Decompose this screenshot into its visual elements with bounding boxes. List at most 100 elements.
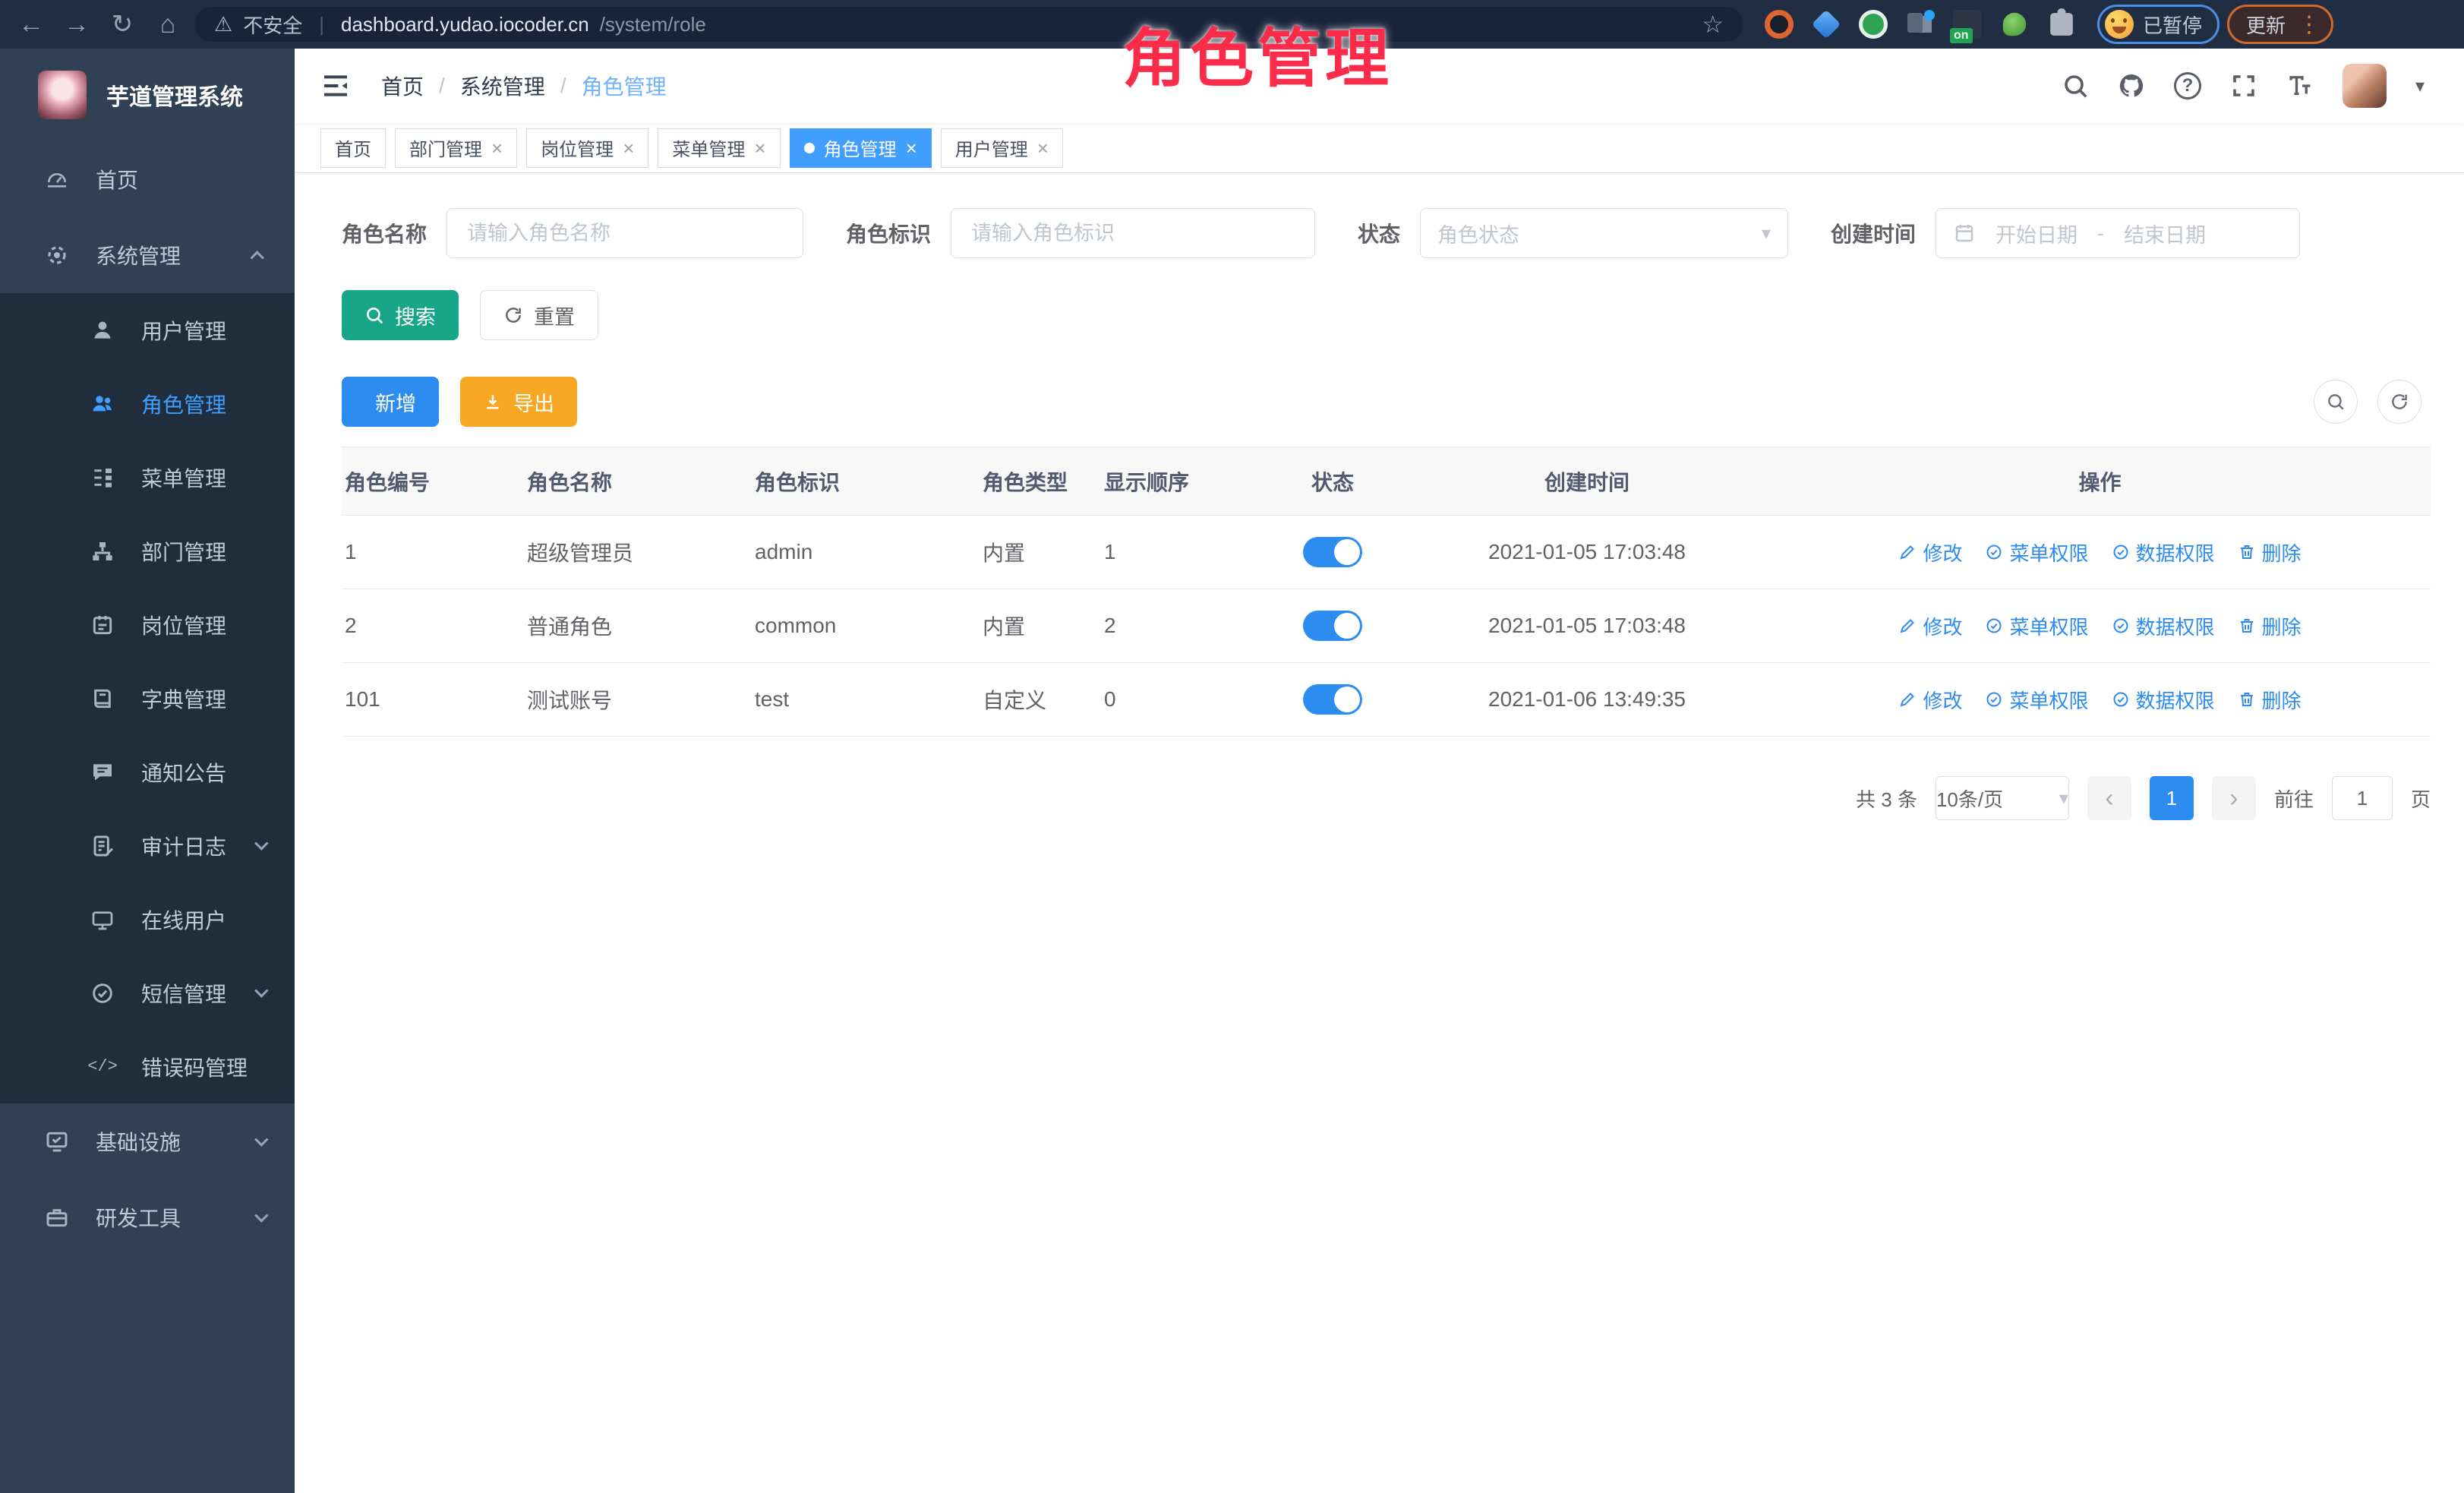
bookmark-star-icon[interactable]: ☆ — [1702, 10, 1724, 39]
sidebar-item-positions[interactable]: 岗位管理 — [0, 588, 295, 661]
sidebar-item-infrastructure[interactable]: 基础设施 — [0, 1103, 295, 1179]
browser-profile-button[interactable]: 已暂停 — [2097, 5, 2219, 44]
extension-icon-ring[interactable] — [1765, 10, 1794, 39]
table-row: 1 超级管理员 admin 内置 1 2021-01-05 17:03:48 修… — [342, 516, 2431, 589]
delete-link[interactable]: 删除 — [2238, 686, 2302, 714]
browser-menu-dots-icon[interactable]: ⋮ — [2298, 11, 2320, 38]
status-toggle[interactable] — [1303, 611, 1362, 641]
sidebar-item-sms[interactable]: 短信管理 — [0, 956, 295, 1030]
date-range-picker[interactable]: 开始日期 - 结束日期 — [1936, 208, 2300, 258]
role-key-input[interactable] — [951, 208, 1315, 258]
menu-permission-link[interactable]: 菜单权限 — [1985, 686, 2088, 714]
search-icon[interactable] — [2062, 72, 2089, 99]
extension-on-badge: on — [1950, 28, 1973, 43]
tab-departments[interactable]: 部门管理 × — [395, 128, 517, 168]
add-button[interactable]: 新增 — [342, 377, 439, 427]
delete-link[interactable]: 删除 — [2238, 612, 2302, 640]
current-page-button[interactable]: 1 — [2150, 776, 2194, 820]
extension-icon-duo[interactable] — [1906, 10, 1935, 39]
data-permission-link[interactable]: 数据权限 — [2112, 612, 2215, 640]
extensions-puzzle-icon[interactable] — [2050, 13, 2073, 36]
security-label[interactable]: 不安全 — [243, 11, 302, 39]
sidebar-item-menus[interactable]: 菜单管理 — [0, 440, 295, 514]
prev-page-button[interactable]: ‹ — [2087, 776, 2131, 820]
data-permission-link[interactable]: 数据权限 — [2112, 538, 2215, 567]
extension-icon-dark[interactable]: on — [1953, 10, 1982, 39]
reset-button[interactable]: 重置 — [480, 290, 598, 340]
export-button[interactable]: 导出 — [460, 377, 577, 427]
fullscreen-icon[interactable] — [2230, 72, 2257, 99]
sidebar-item-home[interactable]: 首页 — [0, 141, 295, 217]
tab-roles-active[interactable]: 角色管理 × — [790, 128, 932, 168]
tab-users[interactable]: 用户管理 × — [941, 128, 1063, 168]
toggle-search-circle-button[interactable] — [2314, 380, 2358, 424]
sidebar-collapse-icon[interactable] — [320, 71, 351, 101]
sidebar-item-audit-log[interactable]: 审计日志 — [0, 809, 295, 882]
sidebar-item-online-users[interactable]: 在线用户 — [0, 882, 295, 956]
edit-link[interactable]: 修改 — [1898, 612, 1962, 640]
sidebar-item-departments[interactable]: 部门管理 — [0, 514, 295, 588]
user-avatar[interactable] — [2343, 64, 2387, 108]
tab-positions[interactable]: 岗位管理 × — [526, 128, 648, 168]
sidebar-item-error-codes[interactable]: </> 错误码管理 — [0, 1030, 295, 1103]
user-icon — [90, 317, 115, 343]
close-icon[interactable]: × — [491, 138, 503, 158]
browser-forward-icon[interactable]: → — [58, 10, 96, 39]
row-operations: 修改 菜单权限 数据权限 删除 — [1769, 538, 2431, 567]
sync-paused-label: 已暂停 — [2143, 11, 2202, 39]
code-icon: </> — [90, 1054, 115, 1080]
start-date-placeholder: 开始日期 — [1995, 219, 2078, 248]
browser-chrome-bar: ← → ↻ ⌂ ⚠ 不安全 | dashboard.yudao.iocoder.… — [0, 0, 2464, 49]
cell-role-key: common — [752, 589, 980, 663]
menu-permission-link[interactable]: 菜单权限 — [1985, 612, 2088, 640]
status-label: 状态 — [1358, 218, 1400, 248]
total-count-label: 共 3 条 — [1856, 784, 1917, 813]
url-path[interactable]: /system/role — [600, 13, 706, 36]
edit-link[interactable]: 修改 — [1898, 538, 1962, 567]
menu-permission-link[interactable]: 菜单权限 — [1985, 538, 2088, 567]
tab-menus[interactable]: 菜单管理 × — [658, 128, 780, 168]
data-permission-link[interactable]: 数据权限 — [2112, 686, 2215, 714]
status-toggle[interactable] — [1303, 684, 1362, 715]
refresh-circle-button[interactable] — [2377, 380, 2421, 424]
close-icon[interactable]: × — [1037, 138, 1049, 158]
close-icon[interactable]: × — [906, 138, 917, 158]
page-size-select[interactable]: 10条/页 ▾ — [1936, 776, 2069, 820]
sidebar-item-users[interactable]: 用户管理 — [0, 293, 295, 367]
browser-reload-icon[interactable]: ↻ — [103, 9, 141, 39]
sidebar-item-dictionary[interactable]: 字典管理 — [0, 661, 295, 735]
sidebar-item-notices[interactable]: 通知公告 — [0, 735, 295, 809]
sidebar-item-roles[interactable]: 角色管理 — [0, 367, 295, 440]
breadcrumb-system[interactable]: 系统管理 — [460, 71, 545, 101]
browser-back-icon[interactable]: ← — [12, 10, 50, 39]
extension-icon-green[interactable] — [1859, 10, 1888, 39]
status-select[interactable]: 角色状态 ▾ — [1420, 208, 1788, 258]
github-icon[interactable] — [2118, 72, 2145, 99]
tab-home[interactable]: 首页 — [320, 128, 386, 168]
close-icon[interactable]: × — [623, 138, 634, 158]
browser-update-button[interactable]: 更新 ⋮ — [2227, 5, 2333, 44]
op-label: 数据权限 — [2136, 612, 2215, 640]
edit-link[interactable]: 修改 — [1898, 686, 1962, 714]
close-icon[interactable]: × — [754, 138, 765, 158]
role-name-input[interactable] — [446, 208, 803, 258]
delete-link[interactable]: 删除 — [2238, 538, 2302, 567]
extension-icon-leaf[interactable] — [2003, 13, 2026, 36]
breadcrumb-separator: / — [439, 74, 445, 98]
sidebar-item-dev-tools[interactable]: 研发工具 — [0, 1179, 295, 1255]
sidebar-logo[interactable]: 芋道管理系统 — [0, 49, 295, 141]
extension-icon-gem[interactable] — [1812, 10, 1841, 39]
address-bar[interactable]: ⚠ 不安全 | dashboard.yudao.iocoder.cn /syst… — [194, 7, 1743, 42]
browser-home-icon[interactable]: ⌂ — [149, 10, 187, 39]
goto-page-input[interactable] — [2332, 776, 2393, 820]
help-icon[interactable]: ? — [2174, 72, 2201, 99]
next-page-button[interactable]: › — [2212, 776, 2256, 820]
search-button[interactable]: 搜索 — [342, 290, 459, 340]
sidebar-item-system[interactable]: 系统管理 — [0, 217, 295, 293]
breadcrumb-home[interactable]: 首页 — [381, 71, 424, 101]
avatar-caret-icon[interactable]: ▾ — [2415, 75, 2425, 97]
url-host[interactable]: dashboard.yudao.iocoder.cn — [341, 13, 589, 36]
status-toggle[interactable] — [1303, 537, 1362, 567]
profile-emoji-avatar — [2105, 10, 2134, 39]
font-size-icon[interactable] — [2286, 72, 2314, 99]
